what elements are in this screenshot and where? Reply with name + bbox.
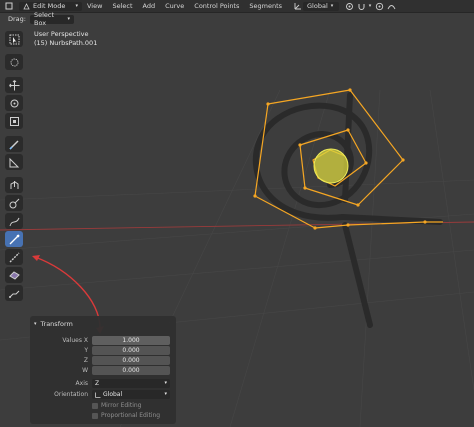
global-axes-icon: [95, 392, 101, 398]
falloff-icon[interactable]: [385, 1, 397, 11]
drag-value: Select Box: [33, 11, 55, 27]
drag-label: Drag:: [8, 15, 26, 23]
header-bar: Edit Mode ▾ View Select Add Curve Contro…: [0, 0, 474, 13]
randomize-tool[interactable]: [5, 267, 23, 283]
randomize-icon: [8, 270, 20, 280]
rotate-icon: [10, 99, 18, 107]
tilt-icon: [9, 252, 19, 262]
measure-tool[interactable]: [5, 154, 23, 170]
mode-dropdown[interactable]: Edit Mode ▾: [19, 1, 82, 11]
chevron-down-icon: ▾: [164, 391, 167, 397]
shear-tool[interactable]: [5, 285, 23, 301]
cursor-icon: [10, 58, 18, 66]
pivot-icon[interactable]: [343, 1, 355, 11]
chevron-down-icon: ▾: [164, 380, 167, 386]
panel-header[interactable]: ▾ Transform: [34, 320, 73, 328]
scale-tool[interactable]: [5, 113, 23, 129]
chevron-down-icon: ▾: [34, 321, 37, 327]
curve-pen-tool[interactable]: [5, 231, 23, 247]
values-w-label: W: [82, 367, 88, 374]
curve-pen-icon: [9, 234, 19, 244]
menu-curve[interactable]: Curve: [160, 2, 189, 10]
radius-icon: [9, 198, 19, 208]
chevron-down-icon: ▾: [75, 3, 78, 9]
values-y-label: Y: [84, 347, 88, 354]
value-y-field[interactable]: 0.000: [92, 346, 170, 355]
object-label: (15) NurbsPath.001: [34, 39, 98, 47]
perspective-label: User Perspective: [34, 30, 89, 38]
select-box-tool[interactable]: [5, 31, 23, 47]
select-box-icon: [9, 34, 19, 44]
proportional-label: Proportional Editing: [101, 412, 161, 419]
proportional-editing-checkbox[interactable]: Proportional Editing: [92, 412, 160, 419]
draw-tool[interactable]: [5, 213, 23, 229]
annotate-icon: [8, 139, 19, 150]
checkbox-icon: [92, 402, 98, 409]
draw-icon: [9, 217, 19, 226]
radius-tool[interactable]: [5, 195, 23, 211]
mirror-label: Mirror Editing: [101, 402, 142, 409]
move-tool[interactable]: [5, 77, 23, 93]
panel-title: Transform: [40, 320, 73, 328]
move-icon: [8, 79, 19, 90]
value-z-field[interactable]: 0.000: [92, 356, 170, 365]
axis-value: Z: [95, 380, 100, 387]
orientation-label: Orientation: [54, 391, 88, 398]
extrude-icon: [10, 180, 18, 189]
transform-panel: ▾ Transform Values X 1.000 Y 0.000 Z 0.0…: [30, 316, 176, 424]
drag-dropdown[interactable]: Select Box ▾: [29, 11, 74, 27]
axis-label: Axis: [75, 380, 88, 387]
toolbar: [5, 30, 25, 302]
proportional-editing-icon[interactable]: [373, 1, 385, 11]
tool-settings-bar: Drag: Select Box ▾: [0, 11, 474, 27]
edit-mode-icon: [23, 2, 30, 9]
measure-icon: [9, 157, 19, 167]
annotate-tool[interactable]: [5, 136, 23, 152]
cursor-tool[interactable]: [5, 54, 23, 70]
checkbox-icon: [92, 412, 98, 419]
snap-icon[interactable]: [355, 1, 367, 11]
menu-add[interactable]: Add: [138, 2, 161, 10]
cube-icon: [5, 2, 13, 10]
rotate-tool[interactable]: [5, 95, 23, 111]
tilt-tool[interactable]: [5, 249, 23, 265]
chevron-down-icon: ▾: [67, 16, 70, 22]
menu-select[interactable]: Select: [107, 2, 137, 10]
value-x-field[interactable]: 1.000: [92, 336, 170, 345]
transform-orientation-icon[interactable]: [293, 1, 303, 11]
orientation-dropdown[interactable]: Global ▾: [92, 390, 170, 399]
scale-icon: [9, 116, 19, 126]
menu-control-points[interactable]: Control Points: [189, 2, 244, 10]
editor-type-button[interactable]: [3, 1, 15, 11]
menu-view[interactable]: View: [82, 2, 107, 10]
mode-label: Edit Mode: [33, 2, 66, 10]
values-x-label: Values X: [62, 337, 88, 344]
selection-circle: [313, 148, 349, 184]
chevron-down-icon: ▾: [330, 3, 334, 9]
values-z-label: Z: [83, 357, 88, 364]
extrude-tool[interactable]: [5, 177, 23, 193]
orientation-dropdown[interactable]: Global ▾: [303, 1, 340, 11]
orientation-value: Global: [103, 391, 123, 398]
menu-segments[interactable]: Segments: [244, 2, 287, 10]
value-w-field[interactable]: 0.000: [92, 366, 170, 375]
mirror-editing-checkbox[interactable]: Mirror Editing: [92, 402, 141, 409]
axis-dropdown[interactable]: Z ▾: [92, 379, 170, 388]
shear-icon: [8, 290, 19, 298]
orientation-label: Global: [307, 2, 328, 10]
